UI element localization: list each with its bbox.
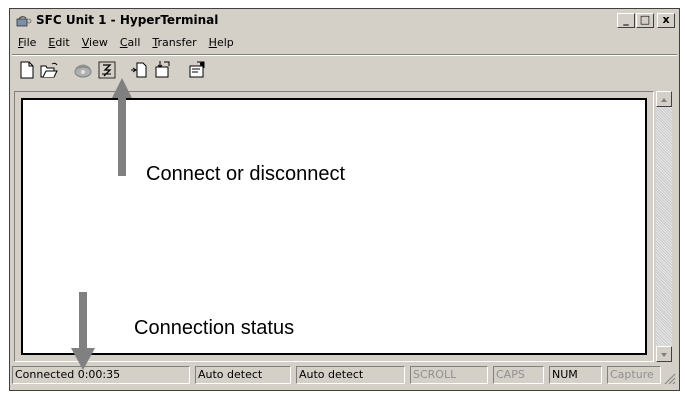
status-connection: Connected 0:00:35 <box>12 366 190 384</box>
resize-grip-icon[interactable] <box>662 370 676 385</box>
status-detect-2: Auto detect <box>296 366 405 384</box>
connect-annotation: Connect or disconnect <box>146 163 346 185</box>
status-num: NUM <box>549 366 602 384</box>
minimize-button[interactable]: _ <box>617 13 635 28</box>
menu-bar: File Edit View Call Transfer Help <box>12 34 240 52</box>
hyperterminal-window: SFC Unit 1 - HyperTerminal _ □ x File Ed… <box>9 8 680 391</box>
terminal-frame <box>14 91 654 362</box>
open-folder-icon[interactable] <box>38 59 60 81</box>
status-arrow <box>71 292 95 370</box>
scroll-up-button[interactable] <box>656 91 672 107</box>
dial-icon[interactable] <box>72 59 94 81</box>
status-scroll: SCROLL <box>410 366 488 384</box>
toolbar-separator <box>12 54 677 56</box>
receive-file-icon[interactable] <box>152 59 174 81</box>
status-capture: Capture <box>607 366 661 384</box>
vertical-scrollbar[interactable] <box>656 91 672 362</box>
status-detect-1: Auto detect <box>195 366 291 384</box>
hyperterminal-app-icon[interactable] <box>16 14 32 28</box>
menu-call[interactable]: Call <box>114 34 147 52</box>
new-document-icon[interactable] <box>16 59 38 81</box>
menu-help[interactable]: Help <box>203 34 240 52</box>
status-bar: Connected 0:00:35 Auto detect Auto detec… <box>12 364 677 386</box>
status-annotation: Connection status <box>134 317 295 339</box>
menu-file[interactable]: File <box>12 34 42 52</box>
menu-view[interactable]: View <box>76 34 114 52</box>
menu-transfer[interactable]: Transfer <box>146 34 202 52</box>
connect-arrow <box>112 78 132 176</box>
maximize-button[interactable]: □ <box>636 13 654 28</box>
title-bar[interactable]: SFC Unit 1 - HyperTerminal _ □ x <box>12 11 677 31</box>
close-button[interactable]: x <box>657 13 675 28</box>
properties-icon[interactable] <box>186 59 208 81</box>
window-title: SFC Unit 1 - HyperTerminal <box>36 13 219 27</box>
menu-edit[interactable]: Edit <box>42 34 75 52</box>
scroll-down-button[interactable] <box>656 346 672 362</box>
status-caps: CAPS <box>493 366 544 384</box>
